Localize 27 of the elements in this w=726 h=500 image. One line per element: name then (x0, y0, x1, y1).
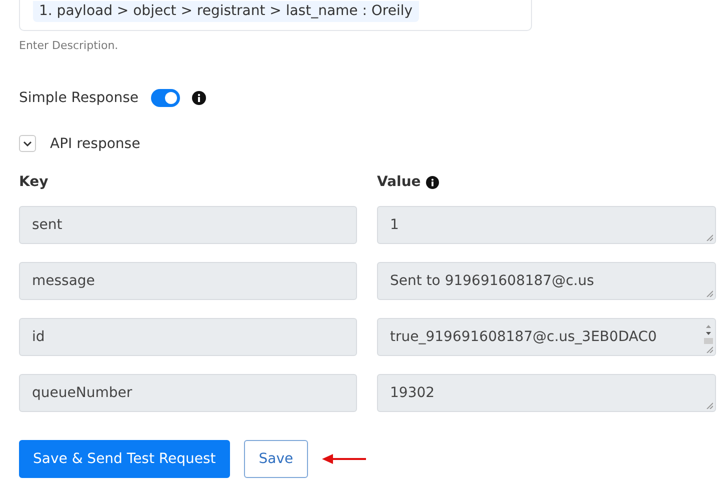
pointer-arrow (322, 454, 366, 464)
resize-grip-icon[interactable] (706, 402, 713, 409)
resize-grip-icon[interactable] (706, 346, 713, 353)
key-field[interactable]: sent (19, 206, 357, 244)
value-field[interactable]: true_919691608187@c.us_3EB0DAC0 (377, 318, 716, 356)
info-icon[interactable] (426, 176, 439, 188)
mapping-field[interactable]: 1. payload > object > registrant > last_name : Oreily (19, 0, 532, 31)
field-hint: Enter Description. (19, 39, 120, 52)
value-field[interactable]: 1 (377, 206, 716, 244)
chevron-icon (23, 140, 32, 146)
resize-grip-icon[interactable] (706, 234, 713, 241)
mapping-chip[interactable]: 1. payload > object > registrant > last_name : Oreily (33, 1, 419, 22)
key-field[interactable]: message (19, 262, 357, 300)
toggle-switch[interactable] (150, 89, 180, 107)
info-icon[interactable] (192, 91, 206, 105)
toggle-label: Simple Response (19, 90, 138, 106)
save-button[interactable]: Save (244, 440, 308, 478)
value-field[interactable]: Sent to 919691608187@c.us (377, 262, 716, 300)
section-title: API response (50, 136, 140, 152)
collapse-button[interactable] (19, 135, 36, 152)
column-header: Value (377, 174, 421, 190)
resize-grip-icon[interactable] (706, 290, 713, 297)
value-field[interactable]: 19302 (377, 374, 716, 412)
column-header: Key (19, 174, 50, 190)
send-request-button[interactable]: Save & Send Test Request (19, 440, 230, 478)
key-field[interactable]: queueNumber (19, 374, 357, 412)
key-field[interactable]: id (19, 318, 357, 356)
